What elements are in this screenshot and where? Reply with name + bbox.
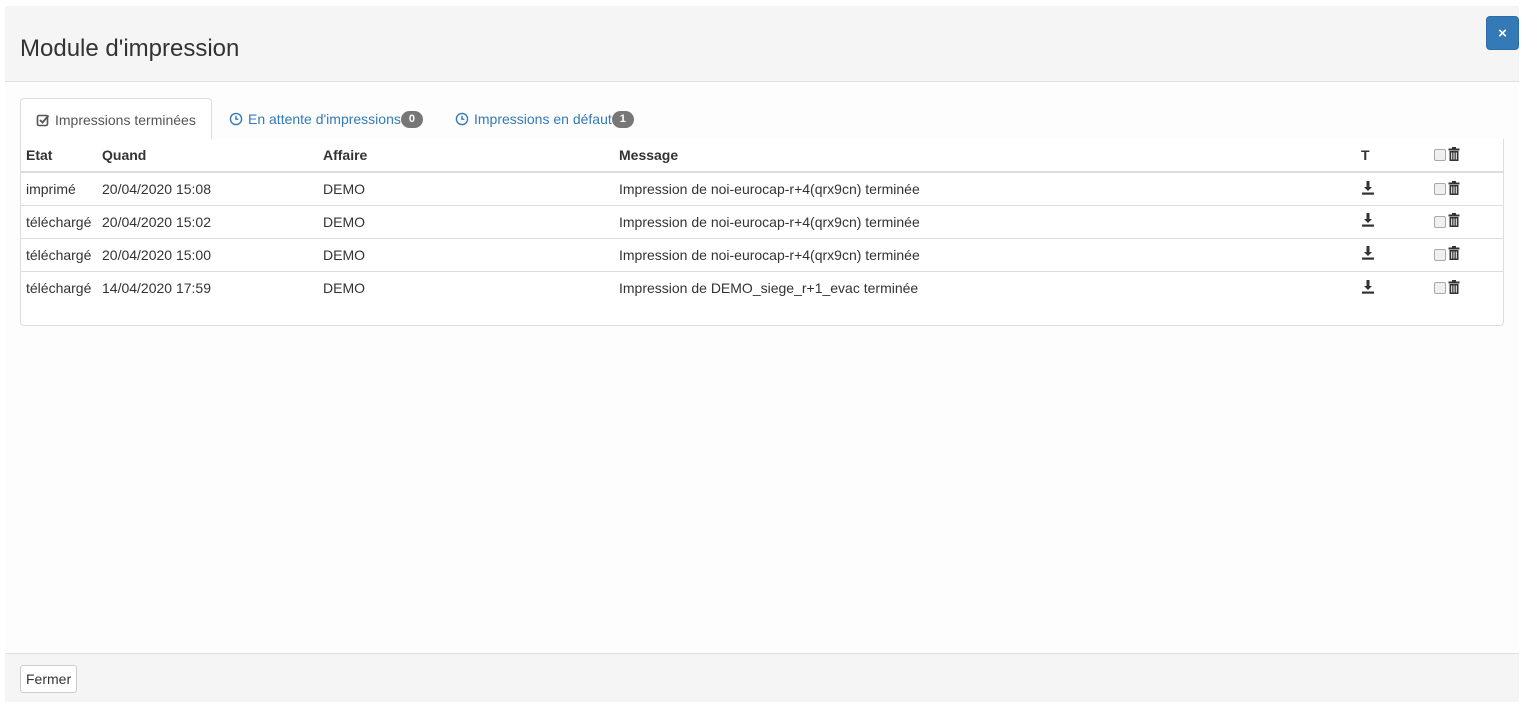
cell-t: [1356, 270, 1429, 304]
row-checkbox[interactable]: [1434, 282, 1446, 295]
cell-etat: téléchargé: [21, 237, 97, 271]
header-t: T: [1356, 139, 1429, 173]
close-button[interactable]: ×: [1486, 16, 1519, 50]
cell-actions: [1429, 172, 1503, 205]
cell-etat: imprimé: [26, 180, 76, 197]
header-affaire: Affaire: [318, 139, 614, 173]
clock-icon: [455, 112, 469, 126]
print-module-modal: Module d'impression × Impressions termin…: [5, 6, 1519, 702]
trash-icon[interactable]: [1448, 213, 1460, 230]
cell-affaire: DEMO: [323, 180, 365, 197]
header-message: Message: [614, 139, 1356, 173]
check-square-icon: [36, 113, 50, 127]
cell-affaire: DEMO: [318, 237, 614, 271]
pending-count-badge: 0: [400, 110, 423, 128]
tab-label: Impressions en défaut: [474, 111, 612, 127]
cell-message: Impression de noi-eurocap-r+4(qrx9cn) te…: [619, 180, 920, 197]
tab-failed-prints[interactable]: Impressions en défaut 1: [440, 98, 649, 140]
cell-quand: 20/04/2020 15:02: [97, 204, 318, 238]
tab-panel: Etat Quand Affaire Message T imprimé 20/…: [20, 139, 1504, 326]
header-actions: [1429, 139, 1503, 173]
table-row: téléchargé 14/04/2020 17:59 DEMO Impress…: [21, 270, 1503, 304]
clock-icon: [229, 112, 243, 126]
download-icon[interactable]: [1361, 279, 1375, 297]
tab-label: En attente d'impressions: [248, 111, 401, 127]
failed-count-badge: 1: [611, 110, 634, 128]
modal-footer: Fermer: [5, 653, 1519, 702]
download-icon[interactable]: [1361, 180, 1375, 198]
table-row: imprimé 20/04/2020 15:08 DEMO Impression…: [21, 172, 1503, 205]
download-icon[interactable]: [1361, 246, 1375, 263]
cell-etat: téléchargé: [21, 204, 97, 238]
cell-quand: 20/04/2020 15:00: [97, 237, 318, 271]
cell-actions: [1429, 270, 1503, 304]
row-checkbox[interactable]: [1434, 183, 1446, 196]
prints-table: Etat Quand Affaire Message T imprimé 20/…: [21, 139, 1503, 304]
table-row: téléchargé 20/04/2020 15:00 DEMO Impress…: [21, 237, 1503, 271]
cell-actions: [1429, 237, 1503, 271]
modal-title: Module d'impression: [20, 35, 240, 62]
tab-label: Impressions terminées: [55, 111, 196, 128]
row-checkbox[interactable]: [1434, 248, 1446, 261]
table-header-row: Etat Quand Affaire Message T: [21, 139, 1503, 173]
trash-icon[interactable]: [1448, 246, 1460, 263]
tab-pending-prints[interactable]: En attente d'impressions 0: [214, 98, 438, 140]
cell-affaire: DEMO: [318, 270, 614, 304]
cell-quand: 20/04/2020 15:08: [102, 180, 211, 197]
cell-t: [1356, 172, 1429, 205]
cell-actions: [1429, 204, 1503, 238]
table-row: téléchargé 20/04/2020 15:02 DEMO Impress…: [21, 204, 1503, 238]
trash-icon[interactable]: [1448, 279, 1460, 297]
cell-message: Impression de DEMO_siege_r+1_evac termin…: [614, 270, 1356, 304]
row-checkbox[interactable]: [1434, 215, 1446, 228]
tab-completed-prints[interactable]: Impressions terminées: [20, 98, 212, 141]
select-all-checkbox[interactable]: [1434, 149, 1446, 162]
cell-t: [1356, 204, 1429, 238]
tab-bar: Impressions terminées En attente d'impre…: [20, 98, 1504, 141]
header-quand: Quand: [97, 139, 318, 173]
trash-icon[interactable]: [1448, 180, 1460, 198]
cell-message: Impression de noi-eurocap-r+4(qrx9cn) te…: [614, 204, 1356, 238]
trash-icon[interactable]: [1448, 146, 1460, 164]
cell-message: Impression de noi-eurocap-r+4(qrx9cn) te…: [614, 237, 1356, 271]
cell-quand: 14/04/2020 17:59: [97, 270, 318, 304]
header-etat: Etat: [21, 139, 97, 173]
close-footer-button[interactable]: Fermer: [20, 665, 78, 693]
cell-affaire: DEMO: [318, 204, 614, 238]
cell-etat: téléchargé: [21, 270, 97, 304]
download-icon[interactable]: [1361, 213, 1375, 230]
modal-header: Module d'impression ×: [5, 6, 1519, 82]
cell-t: [1356, 237, 1429, 271]
